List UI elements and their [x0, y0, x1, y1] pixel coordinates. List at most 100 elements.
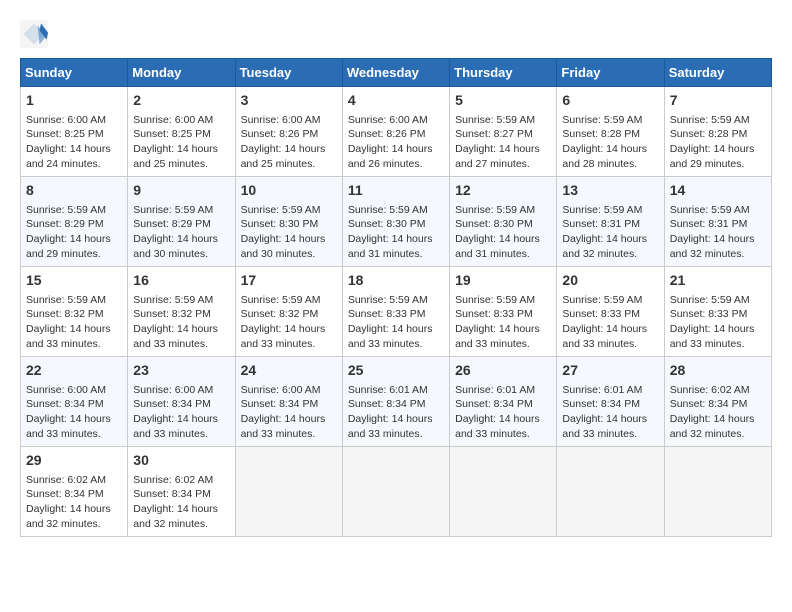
calendar-cell: 28Sunrise: 6:02 AMSunset: 8:34 PMDayligh… — [664, 357, 771, 447]
day-info: Sunrise: 5:59 AMSunset: 8:32 PMDaylight:… — [133, 293, 229, 352]
day-number: 29 — [26, 451, 122, 471]
day-info: Sunrise: 5:59 AMSunset: 8:33 PMDaylight:… — [455, 293, 551, 352]
weekday-header-row: SundayMondayTuesdayWednesdayThursdayFrid… — [21, 59, 772, 87]
calendar-cell: 20Sunrise: 5:59 AMSunset: 8:33 PMDayligh… — [557, 267, 664, 357]
weekday-header-wednesday: Wednesday — [342, 59, 449, 87]
logo-icon — [20, 20, 48, 48]
calendar-cell: 25Sunrise: 6:01 AMSunset: 8:34 PMDayligh… — [342, 357, 449, 447]
day-number: 14 — [670, 181, 766, 201]
calendar-cell: 30Sunrise: 6:02 AMSunset: 8:34 PMDayligh… — [128, 447, 235, 537]
day-number: 10 — [241, 181, 337, 201]
day-number: 4 — [348, 91, 444, 111]
calendar-cell: 10Sunrise: 5:59 AMSunset: 8:30 PMDayligh… — [235, 177, 342, 267]
day-info: Sunrise: 6:02 AMSunset: 8:34 PMDaylight:… — [133, 473, 229, 532]
day-number: 11 — [348, 181, 444, 201]
calendar-cell: 23Sunrise: 6:00 AMSunset: 8:34 PMDayligh… — [128, 357, 235, 447]
calendar-week-2: 8Sunrise: 5:59 AMSunset: 8:29 PMDaylight… — [21, 177, 772, 267]
calendar-week-1: 1Sunrise: 6:00 AMSunset: 8:25 PMDaylight… — [21, 87, 772, 177]
calendar-cell: 24Sunrise: 6:00 AMSunset: 8:34 PMDayligh… — [235, 357, 342, 447]
calendar-cell: 22Sunrise: 6:00 AMSunset: 8:34 PMDayligh… — [21, 357, 128, 447]
day-info: Sunrise: 6:00 AMSunset: 8:34 PMDaylight:… — [26, 383, 122, 442]
calendar-cell: 18Sunrise: 5:59 AMSunset: 8:33 PMDayligh… — [342, 267, 449, 357]
day-info: Sunrise: 5:59 AMSunset: 8:28 PMDaylight:… — [670, 113, 766, 172]
day-number: 21 — [670, 271, 766, 291]
day-info: Sunrise: 5:59 AMSunset: 8:33 PMDaylight:… — [562, 293, 658, 352]
calendar-cell: 11Sunrise: 5:59 AMSunset: 8:30 PMDayligh… — [342, 177, 449, 267]
calendar-cell — [557, 447, 664, 537]
day-number: 15 — [26, 271, 122, 291]
day-info: Sunrise: 5:59 AMSunset: 8:31 PMDaylight:… — [562, 203, 658, 262]
day-info: Sunrise: 5:59 AMSunset: 8:30 PMDaylight:… — [241, 203, 337, 262]
day-info: Sunrise: 6:00 AMSunset: 8:34 PMDaylight:… — [133, 383, 229, 442]
day-number: 8 — [26, 181, 122, 201]
day-number: 19 — [455, 271, 551, 291]
page-header — [20, 20, 772, 48]
day-info: Sunrise: 5:59 AMSunset: 8:32 PMDaylight:… — [241, 293, 337, 352]
calendar-cell: 26Sunrise: 6:01 AMSunset: 8:34 PMDayligh… — [450, 357, 557, 447]
calendar-week-5: 29Sunrise: 6:02 AMSunset: 8:34 PMDayligh… — [21, 447, 772, 537]
calendar-cell: 29Sunrise: 6:02 AMSunset: 8:34 PMDayligh… — [21, 447, 128, 537]
day-number: 13 — [562, 181, 658, 201]
day-info: Sunrise: 5:59 AMSunset: 8:29 PMDaylight:… — [133, 203, 229, 262]
day-info: Sunrise: 5:59 AMSunset: 8:27 PMDaylight:… — [455, 113, 551, 172]
calendar-week-3: 15Sunrise: 5:59 AMSunset: 8:32 PMDayligh… — [21, 267, 772, 357]
calendar-cell — [235, 447, 342, 537]
day-number: 27 — [562, 361, 658, 381]
day-number: 7 — [670, 91, 766, 111]
calendar-cell: 19Sunrise: 5:59 AMSunset: 8:33 PMDayligh… — [450, 267, 557, 357]
calendar-cell — [450, 447, 557, 537]
calendar-cell: 2Sunrise: 6:00 AMSunset: 8:25 PMDaylight… — [128, 87, 235, 177]
day-number: 5 — [455, 91, 551, 111]
calendar-cell — [342, 447, 449, 537]
day-number: 28 — [670, 361, 766, 381]
weekday-header-friday: Friday — [557, 59, 664, 87]
day-info: Sunrise: 5:59 AMSunset: 8:33 PMDaylight:… — [670, 293, 766, 352]
day-number: 25 — [348, 361, 444, 381]
day-info: Sunrise: 6:02 AMSunset: 8:34 PMDaylight:… — [26, 473, 122, 532]
day-info: Sunrise: 6:01 AMSunset: 8:34 PMDaylight:… — [455, 383, 551, 442]
logo — [20, 20, 50, 48]
day-info: Sunrise: 5:59 AMSunset: 8:30 PMDaylight:… — [348, 203, 444, 262]
calendar-header: SundayMondayTuesdayWednesdayThursdayFrid… — [21, 59, 772, 87]
weekday-header-tuesday: Tuesday — [235, 59, 342, 87]
day-info: Sunrise: 6:00 AMSunset: 8:25 PMDaylight:… — [26, 113, 122, 172]
day-number: 18 — [348, 271, 444, 291]
day-number: 9 — [133, 181, 229, 201]
calendar-cell: 14Sunrise: 5:59 AMSunset: 8:31 PMDayligh… — [664, 177, 771, 267]
day-info: Sunrise: 5:59 AMSunset: 8:29 PMDaylight:… — [26, 203, 122, 262]
calendar-cell: 8Sunrise: 5:59 AMSunset: 8:29 PMDaylight… — [21, 177, 128, 267]
calendar-cell: 13Sunrise: 5:59 AMSunset: 8:31 PMDayligh… — [557, 177, 664, 267]
day-number: 3 — [241, 91, 337, 111]
day-info: Sunrise: 6:00 AMSunset: 8:25 PMDaylight:… — [133, 113, 229, 172]
day-info: Sunrise: 5:59 AMSunset: 8:31 PMDaylight:… — [670, 203, 766, 262]
calendar-cell: 27Sunrise: 6:01 AMSunset: 8:34 PMDayligh… — [557, 357, 664, 447]
calendar-cell — [664, 447, 771, 537]
day-info: Sunrise: 5:59 AMSunset: 8:32 PMDaylight:… — [26, 293, 122, 352]
calendar-cell: 16Sunrise: 5:59 AMSunset: 8:32 PMDayligh… — [128, 267, 235, 357]
day-number: 26 — [455, 361, 551, 381]
calendar-cell: 3Sunrise: 6:00 AMSunset: 8:26 PMDaylight… — [235, 87, 342, 177]
day-number: 24 — [241, 361, 337, 381]
day-info: Sunrise: 5:59 AMSunset: 8:30 PMDaylight:… — [455, 203, 551, 262]
day-number: 17 — [241, 271, 337, 291]
calendar-cell: 5Sunrise: 5:59 AMSunset: 8:27 PMDaylight… — [450, 87, 557, 177]
day-info: Sunrise: 5:59 AMSunset: 8:28 PMDaylight:… — [562, 113, 658, 172]
day-info: Sunrise: 6:01 AMSunset: 8:34 PMDaylight:… — [348, 383, 444, 442]
calendar-cell: 6Sunrise: 5:59 AMSunset: 8:28 PMDaylight… — [557, 87, 664, 177]
calendar-week-4: 22Sunrise: 6:00 AMSunset: 8:34 PMDayligh… — [21, 357, 772, 447]
day-number: 6 — [562, 91, 658, 111]
calendar-cell: 7Sunrise: 5:59 AMSunset: 8:28 PMDaylight… — [664, 87, 771, 177]
calendar-table: SundayMondayTuesdayWednesdayThursdayFrid… — [20, 58, 772, 537]
day-info: Sunrise: 6:00 AMSunset: 8:34 PMDaylight:… — [241, 383, 337, 442]
calendar-cell: 12Sunrise: 5:59 AMSunset: 8:30 PMDayligh… — [450, 177, 557, 267]
day-info: Sunrise: 6:00 AMSunset: 8:26 PMDaylight:… — [241, 113, 337, 172]
day-number: 12 — [455, 181, 551, 201]
calendar-cell: 15Sunrise: 5:59 AMSunset: 8:32 PMDayligh… — [21, 267, 128, 357]
weekday-header-monday: Monday — [128, 59, 235, 87]
day-info: Sunrise: 6:00 AMSunset: 8:26 PMDaylight:… — [348, 113, 444, 172]
day-number: 30 — [133, 451, 229, 471]
calendar-cell: 1Sunrise: 6:00 AMSunset: 8:25 PMDaylight… — [21, 87, 128, 177]
calendar-cell: 21Sunrise: 5:59 AMSunset: 8:33 PMDayligh… — [664, 267, 771, 357]
day-number: 16 — [133, 271, 229, 291]
day-info: Sunrise: 6:02 AMSunset: 8:34 PMDaylight:… — [670, 383, 766, 442]
